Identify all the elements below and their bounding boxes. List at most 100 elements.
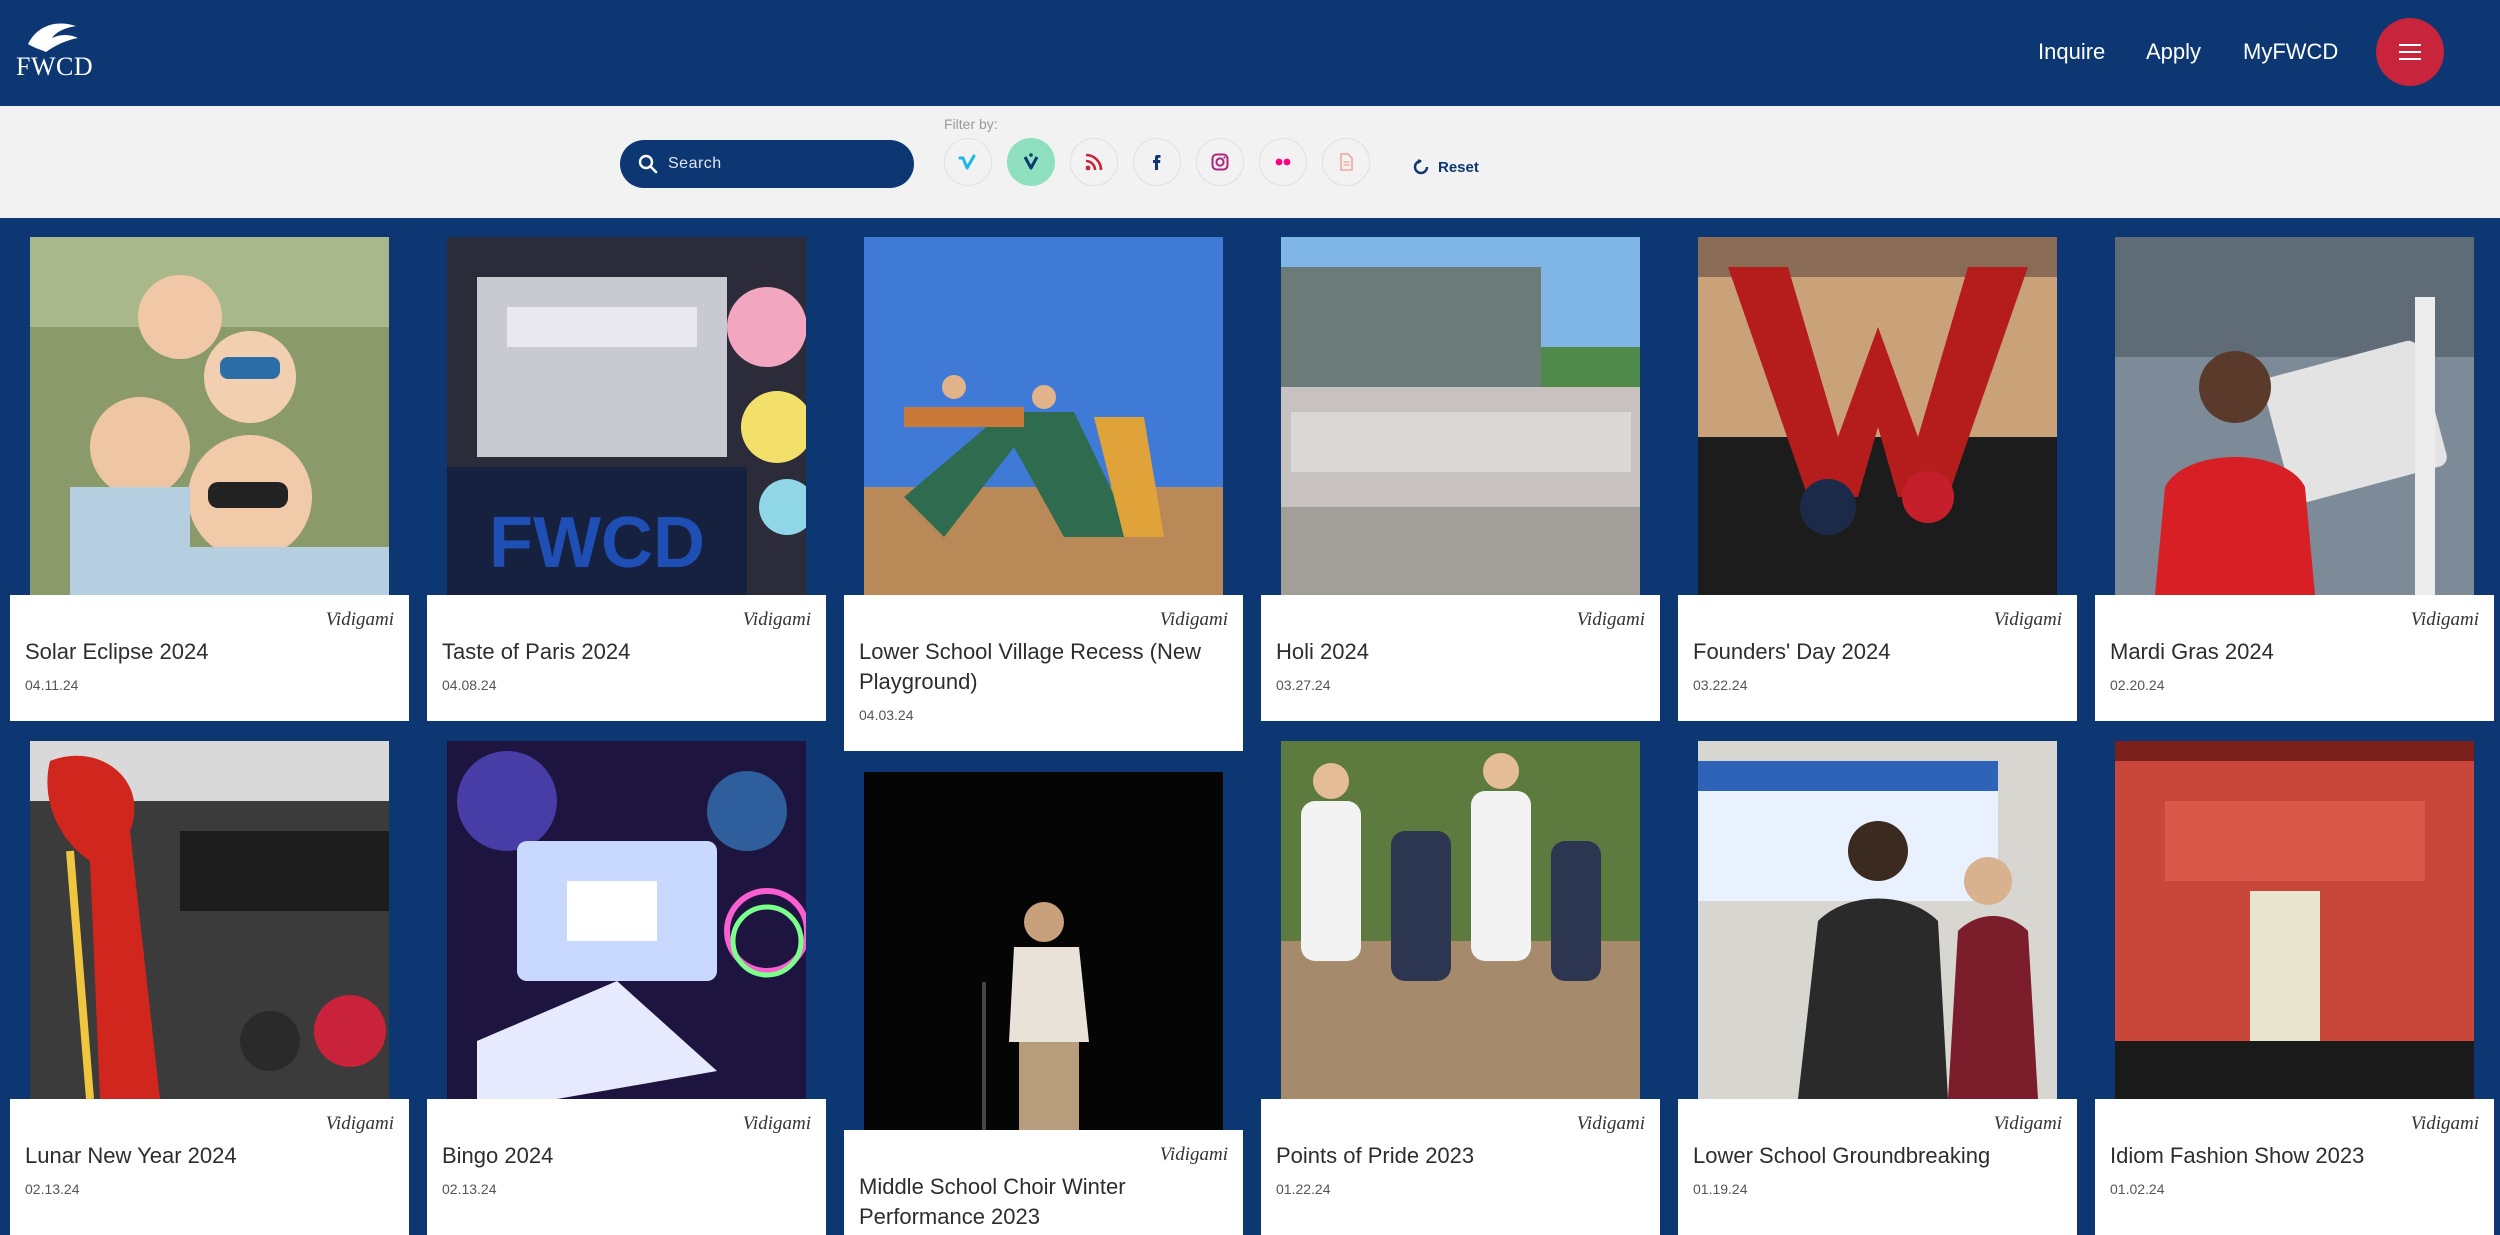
card-info: Vidigami Bingo 2024 02.13.24 [427, 1099, 826, 1235]
nav-inquire-label[interactable]: Inquire [2038, 39, 2105, 65]
filter-flickr-button[interactable] [1259, 138, 1307, 186]
photo-thumbnail [1281, 741, 1640, 1099]
filter-vidigami-button[interactable] [1007, 138, 1055, 186]
nav-myfwcd-label[interactable]: MyFWCD [2243, 39, 2338, 65]
card-info: Vidigami Taste of Paris 2024 04.08.24 [427, 595, 826, 721]
photo-thumbnail [864, 237, 1223, 595]
photo-thumbnail [1698, 741, 2057, 1099]
card-info: Vidigami Holi 2024 03.27.24 [1261, 595, 1660, 721]
card-photo[interactable] [864, 772, 1223, 1130]
photo-thumbnail [864, 772, 1223, 1130]
card-date: 03.27.24 [1276, 677, 1331, 693]
svg-text:FWCD: FWCD [489, 503, 705, 583]
card-title[interactable]: Holi 2024 [1276, 637, 1645, 667]
card-title[interactable]: Founders' Day 2024 [1693, 637, 2062, 667]
card-date: 01.02.24 [2110, 1181, 2165, 1197]
search-icon [638, 154, 658, 174]
filter-label: Filter by: [944, 116, 998, 132]
card-title[interactable]: Lunar New Year 2024 [25, 1141, 394, 1171]
photo-thumbnail [447, 741, 806, 1099]
card-date: 04.03.24 [859, 707, 914, 723]
card-info: Vidigami Founders' Day 2024 03.22.24 [1678, 595, 2077, 721]
menu-button[interactable] [2376, 18, 2444, 86]
rss-icon [1085, 153, 1103, 171]
photo-thumbnail: FWCD [447, 237, 806, 595]
card-date: 02.20.24 [2110, 677, 2165, 693]
fwcd-logo[interactable]: FWCD [16, 20, 96, 86]
card-source: Vidigami [1576, 1113, 1645, 1134]
photo-thumbnail [30, 237, 389, 595]
card-date: 03.22.24 [1693, 677, 1748, 693]
card-info: Vidigami Solar Eclipse 2024 04.11.24 [10, 595, 409, 721]
filter-facebook-button[interactable] [1133, 138, 1181, 186]
nav-apply-link[interactable]: Apply [2146, 36, 2201, 68]
gallery-grid: Vidigami Solar Eclipse 2024 04.11.24 FWC… [0, 218, 2500, 1235]
facebook-icon [1153, 155, 1161, 170]
card-date: 02.13.24 [442, 1181, 497, 1197]
reset-button[interactable]: Reset [1412, 158, 1479, 176]
card-source: Vidigami [2410, 1113, 2479, 1134]
card-title[interactable]: Lower School Village Recess (New Playgro… [859, 637, 1228, 697]
vimeo-icon [958, 154, 976, 170]
card-source: Vidigami [1993, 609, 2062, 630]
card-title[interactable]: Taste of Paris 2024 [442, 637, 811, 667]
card-photo[interactable] [30, 741, 389, 1099]
card-date: 02.13.24 [25, 1181, 80, 1197]
photo-thumbnail [2115, 237, 2474, 595]
logo-text: FWCD [16, 52, 94, 81]
card-photo[interactable] [1698, 741, 2057, 1099]
card-photo[interactable] [2115, 237, 2474, 595]
nav-inquire-link[interactable]: Inquire [2038, 36, 2105, 68]
filter-instagram-button[interactable] [1196, 138, 1244, 186]
nav-myfwcd-link[interactable]: MyFWCD [2243, 36, 2338, 68]
card-info: Vidigami Lower School Village Recess (Ne… [844, 595, 1243, 751]
card-source: Vidigami [742, 609, 811, 630]
instagram-icon [1211, 153, 1229, 171]
card-info: Vidigami Idiom Fashion Show 2023 01.02.2… [2095, 1099, 2494, 1235]
site-header: FWCD Inquire Apply MyFWCD [0, 0, 2500, 106]
card-source: Vidigami [325, 1113, 394, 1134]
photo-thumbnail [1281, 237, 1640, 595]
card-title[interactable]: Lower School Groundbreaking [1693, 1141, 2062, 1171]
card-date: 04.08.24 [442, 677, 497, 693]
card-info: Vidigami Lower School Groundbreaking 01.… [1678, 1099, 2077, 1235]
search-box[interactable] [620, 140, 914, 188]
photo-thumbnail [30, 741, 389, 1099]
card-photo[interactable] [1281, 741, 1640, 1099]
card-source: Vidigami [1993, 1113, 2062, 1134]
card-title[interactable]: Solar Eclipse 2024 [25, 637, 394, 667]
filter-buttons [944, 138, 1370, 186]
card-photo[interactable]: FWCD [447, 237, 806, 595]
dove-logo-icon [28, 23, 78, 52]
filter-document-button[interactable] [1322, 138, 1370, 186]
card-title[interactable]: Idiom Fashion Show 2023 [2110, 1141, 2479, 1171]
card-photo[interactable] [864, 237, 1223, 595]
card-photo[interactable] [1281, 237, 1640, 595]
search-input[interactable] [668, 155, 888, 173]
card-photo[interactable] [2115, 741, 2474, 1099]
card-title[interactable]: Points of Pride 2023 [1276, 1141, 1645, 1171]
card-source: Vidigami [1159, 609, 1228, 630]
card-source: Vidigami [325, 609, 394, 630]
card-photo[interactable] [1698, 237, 2057, 595]
card-info: Vidigami Mardi Gras 2024 02.20.24 [2095, 595, 2494, 721]
photo-thumbnail [1698, 237, 2057, 595]
vidigami-icon [1023, 153, 1039, 170]
nav-apply-label[interactable]: Apply [2146, 39, 2201, 65]
filter-bar: Filter by: Reset [0, 106, 2500, 218]
card-date: 01.22.24 [1276, 1181, 1331, 1197]
reset-label: Reset [1438, 158, 1479, 176]
reset-icon [1413, 159, 1429, 175]
card-photo[interactable] [30, 237, 389, 595]
card-title[interactable]: Middle School Choir Winter Performance 2… [859, 1172, 1228, 1232]
card-source: Vidigami [742, 1113, 811, 1134]
card-source: Vidigami [1576, 609, 1645, 630]
card-info: Vidigami Lunar New Year 2024 02.13.24 [10, 1099, 409, 1235]
filter-vimeo-button[interactable] [944, 138, 992, 186]
card-photo[interactable] [447, 741, 806, 1099]
filter-rss-button[interactable] [1070, 138, 1118, 186]
card-title[interactable]: Bingo 2024 [442, 1141, 811, 1171]
card-title[interactable]: Mardi Gras 2024 [2110, 637, 2479, 667]
hamburger-icon [2399, 51, 2421, 53]
card-source: Vidigami [2410, 609, 2479, 630]
